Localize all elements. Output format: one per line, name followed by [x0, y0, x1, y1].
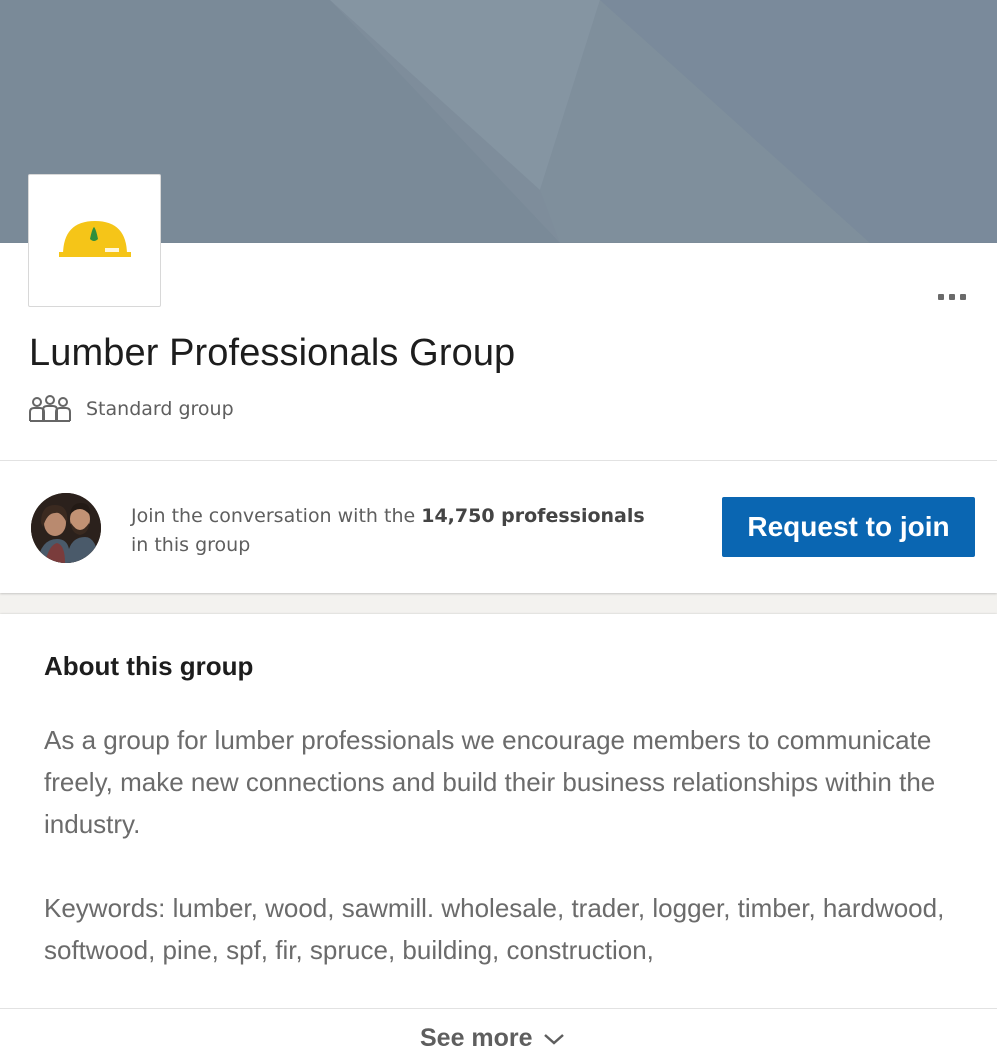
join-prompt: Join the conversation with the 14,750 pr… [131, 505, 645, 556]
see-more-button[interactable]: See more [420, 1024, 565, 1046]
about-paragraph: As a group for lumber professionals we e… [44, 725, 936, 839]
more-options-button[interactable] [926, 282, 978, 312]
member-count: 14,750 professionals [421, 505, 645, 527]
group-type: Standard group [29, 394, 234, 424]
member-photo [31, 493, 101, 563]
people-icon [29, 395, 71, 422]
about-description: As a group for lumber professionals we e… [44, 719, 974, 971]
hard-hat-logo [59, 221, 131, 257]
more-horizontal-icon [938, 294, 944, 300]
about-title: About this group [44, 651, 254, 681]
member-avatar[interactable] [31, 493, 101, 563]
see-more-label: See more [420, 1024, 533, 1046]
header-divider [0, 460, 997, 461]
chevron-down-icon [543, 1033, 564, 1045]
group-type-label: Standard group [86, 398, 234, 420]
about-keywords: Keywords: lumber, wood, sawmill. wholesa… [44, 893, 945, 965]
request-to-join-button[interactable]: Request to join [722, 497, 975, 557]
group-name: Lumber Professionals Group [29, 332, 516, 374]
group-logo [28, 174, 161, 307]
about-divider [0, 1008, 997, 1009]
